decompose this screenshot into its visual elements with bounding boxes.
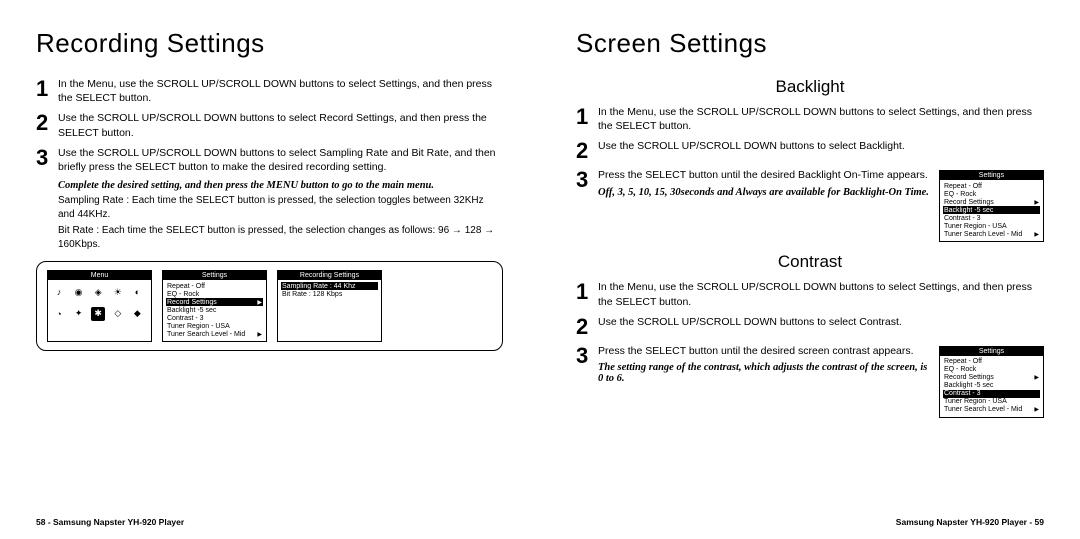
- contrast-step-3: 3 Press the SELECT button until the desi…: [576, 344, 1044, 418]
- screen-body-settings: Repeat - OffEQ - RockRecord Settings▶Bac…: [163, 280, 266, 341]
- screen-recording: Recording Settings Sampling Rate : 44 Kh…: [277, 270, 382, 342]
- subnote-bitrate: Bit Rate : Each time the SELECT button i…: [58, 224, 503, 251]
- screen-line: Tuner Region - USA: [943, 398, 1040, 406]
- step-text: In the Menu, use the SCROLL UP/SCROLL DO…: [598, 280, 1044, 308]
- screen-header: Settings: [163, 271, 266, 280]
- page-footer: Samsung Napster YH-920 Player - 59: [896, 517, 1044, 527]
- menu-icon-selected: ✱: [91, 307, 105, 321]
- screen-line: Repeat - Off: [943, 358, 1040, 366]
- screen-body-backlight: Repeat - OffEQ - RockRecord Settings▶Bac…: [940, 180, 1043, 241]
- page-spread: Recording Settings 1 In the Menu, use th…: [0, 0, 1080, 539]
- screen-header: Menu: [48, 271, 151, 280]
- menu-icon: ☀: [111, 285, 125, 299]
- menu-icon: ◈: [91, 285, 105, 299]
- screen-line: Contrast - 3: [943, 390, 1040, 398]
- menu-icon: ◆: [130, 307, 144, 321]
- menu-icon: ♪: [52, 285, 66, 299]
- step-3: 3 Use the SCROLL UP/SCROLL DOWN buttons …: [36, 146, 503, 174]
- screen-line: Tuner Region - USA: [943, 222, 1040, 230]
- note-italic: Complete the desired setting, and then p…: [58, 180, 503, 191]
- screen-line: EQ - Rock: [166, 290, 263, 298]
- screen-line: Contrast - 3: [166, 314, 263, 322]
- step-number: 1: [576, 280, 598, 303]
- section-subtitle-contrast: Contrast: [576, 252, 1044, 272]
- screen-settings-backlight: Settings Repeat - OffEQ - RockRecord Set…: [939, 170, 1044, 242]
- contrast-step-2: 2 Use the SCROLL UP/SCROLL DOWN buttons …: [576, 315, 1044, 338]
- screen-body-recording: Sampling Rate : 44 KhzBit Rate : 128 Kbp…: [278, 280, 381, 330]
- step-text: Use the SCROLL UP/SCROLL DOWN buttons to…: [58, 146, 503, 174]
- screen-header: Settings: [940, 347, 1043, 356]
- menu-icon: ✦: [72, 307, 86, 321]
- step-text: In the Menu, use the SCROLL UP/SCROLL DO…: [598, 105, 1044, 133]
- backlight-step-1: 1 In the Menu, use the SCROLL UP/SCROLL …: [576, 105, 1044, 133]
- contrast-step-1: 1 In the Menu, use the SCROLL UP/SCROLL …: [576, 280, 1044, 308]
- menu-icon: ◔: [52, 307, 66, 321]
- screen-line: Repeat - Off: [166, 282, 263, 290]
- page-footer: 58 - Samsung Napster YH-920 Player: [36, 517, 184, 527]
- step-number: 2: [36, 111, 58, 134]
- screens-container: Menu ♪ ◉ ◈ ☀ ◐ ◔ ✦ ✱ ◇ ◆ Settings Repeat…: [36, 261, 503, 351]
- step-text: Press the SELECT button until the desire…: [598, 344, 929, 358]
- screen-header: Recording Settings: [278, 271, 381, 280]
- section-subtitle-backlight: Backlight: [576, 77, 1044, 97]
- step-text: Press the SELECT button until the desire…: [598, 168, 929, 182]
- step-text: Use the SCROLL UP/SCROLL DOWN buttons to…: [598, 139, 1044, 153]
- step-1: 1 In the Menu, use the SCROLL UP/SCROLL …: [36, 77, 503, 105]
- screen-line: Backlight -5 sec: [943, 382, 1040, 390]
- backlight-step-2: 2 Use the SCROLL UP/SCROLL DOWN buttons …: [576, 139, 1044, 162]
- step-number: 3: [576, 344, 598, 367]
- screen-body-contrast: Repeat - OffEQ - RockRecord Settings▶Bac…: [940, 356, 1043, 417]
- menu-icon: ◉: [72, 285, 86, 299]
- step-text: Use the SCROLL UP/SCROLL DOWN buttons to…: [58, 111, 503, 139]
- screen-line: Tuner Region - USA: [166, 322, 263, 330]
- page-right: Screen Settings Backlight 1 In the Menu,…: [540, 0, 1080, 539]
- step-number: 1: [576, 105, 598, 128]
- step-number: 3: [576, 168, 598, 191]
- step-number: 1: [36, 77, 58, 100]
- menu-icon: ◇: [111, 307, 125, 321]
- screen-settings-contrast: Settings Repeat - OffEQ - RockRecord Set…: [939, 346, 1044, 418]
- step-number: 3: [36, 146, 58, 169]
- step-number: 2: [576, 315, 598, 338]
- screen-line: EQ - Rock: [943, 366, 1040, 374]
- screen-line: Backlight -5 sec: [166, 306, 263, 314]
- screen-line: Sampling Rate : 44 Khz: [281, 282, 378, 290]
- screen-menu: Menu ♪ ◉ ◈ ☀ ◐ ◔ ✦ ✱ ◇ ◆: [47, 270, 152, 342]
- screen-settings: Settings Repeat - OffEQ - RockRecord Set…: [162, 270, 267, 342]
- subnote-sampling: Sampling Rate : Each time the SELECT but…: [58, 194, 503, 221]
- backlight-step-3: 3 Press the SELECT button until the desi…: [576, 168, 1044, 242]
- screen-line: Contrast - 3: [943, 214, 1040, 222]
- note-italic: Off, 3, 5, 10, 15, 30seconds and Always …: [598, 187, 929, 198]
- screen-line: Tuner Search Level - Mid▶: [943, 406, 1040, 414]
- step-2: 2 Use the SCROLL UP/SCROLL DOWN buttons …: [36, 111, 503, 139]
- screen-line: Bit Rate : 128 Kbps: [281, 290, 378, 298]
- screen-line: Record Settings▶: [166, 298, 263, 306]
- screen-line: Backlight -5 sec: [943, 206, 1040, 214]
- page-left: Recording Settings 1 In the Menu, use th…: [0, 0, 540, 539]
- page-title: Screen Settings: [576, 28, 1044, 59]
- screen-line: Record Settings▶: [943, 374, 1040, 382]
- page-title: Recording Settings: [36, 28, 503, 59]
- screen-line: EQ - Rock: [943, 190, 1040, 198]
- screen-line: Repeat - Off: [943, 182, 1040, 190]
- step-text: In the Menu, use the SCROLL UP/SCROLL DO…: [58, 77, 503, 105]
- note-italic: The setting range of the contrast, which…: [598, 362, 929, 384]
- screen-line: Tuner Search Level - Mid▶: [166, 330, 263, 338]
- screen-line: Tuner Search Level - Mid▶: [943, 230, 1040, 238]
- menu-icon: ◐: [130, 285, 144, 299]
- screen-header: Settings: [940, 171, 1043, 180]
- step-number: 2: [576, 139, 598, 162]
- step-text: Use the SCROLL UP/SCROLL DOWN buttons to…: [598, 315, 1044, 329]
- screen-line: Record Settings▶: [943, 198, 1040, 206]
